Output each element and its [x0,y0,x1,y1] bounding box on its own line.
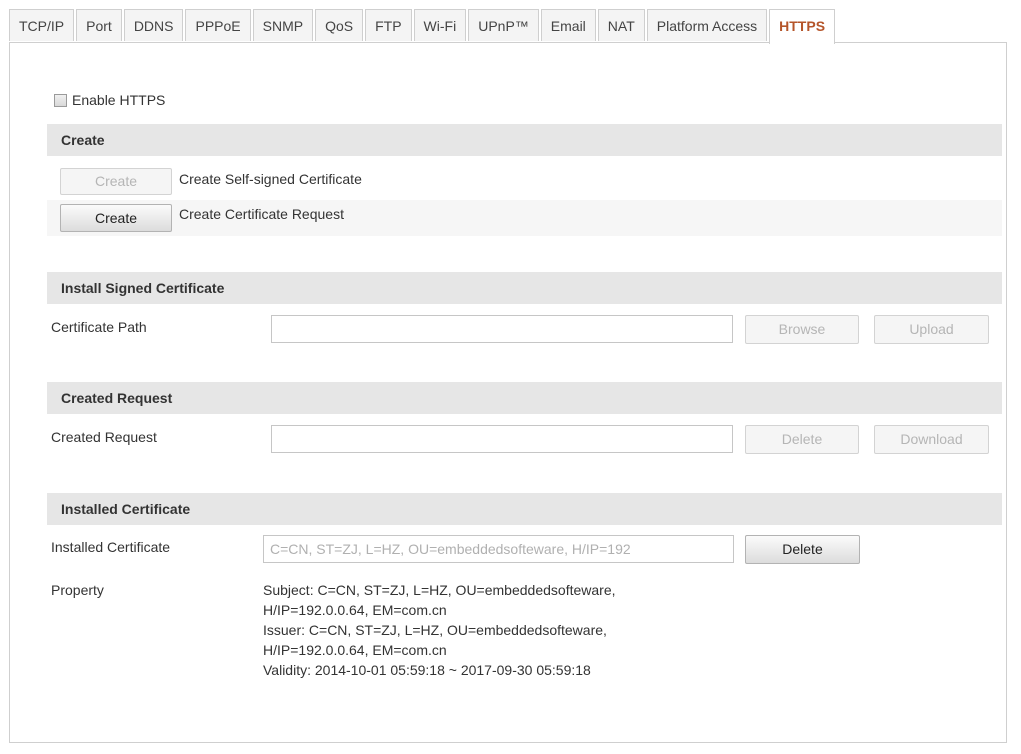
property-line: Issuer: C=CN, ST=ZJ, L=HZ, OU=embeddedso… [263,622,607,638]
enable-https-checkbox[interactable] [54,94,67,107]
section-created-request-header: Created Request [47,382,1002,414]
download-button[interactable]: Download [874,425,989,454]
property-label: Property [51,582,104,598]
tab-snmp[interactable]: SNMP [252,9,314,41]
property-line: H/IP=192.0.0.64, EM=com.cn [263,602,447,618]
property-line: Subject: C=CN, ST=ZJ, L=HZ, OU=embeddeds… [263,582,616,598]
section-installed-header: Installed Certificate [47,493,1002,525]
tab-ftp[interactable]: FTP [365,9,412,41]
certificate-path-label: Certificate Path [51,319,147,335]
tab-platform-access[interactable]: Platform Access [646,9,768,41]
delete-installed-button[interactable]: Delete [745,535,860,564]
delete-request-button[interactable]: Delete [745,425,859,454]
property-line: Validity: 2014-10-01 05:59:18 ~ 2017-09-… [263,662,591,678]
installed-certificate-label: Installed Certificate [51,539,171,555]
created-request-input[interactable] [271,425,733,453]
installed-certificate-input [263,535,734,563]
tab-bar: TCP/IP Port DDNS PPPoE SNMP QoS FTP Wi-F… [9,9,837,44]
section-create-header: Create [47,124,1002,156]
property-details: Subject: C=CN, ST=ZJ, L=HZ, OU=embeddeds… [263,580,616,680]
tab-pppoe[interactable]: PPPoE [185,9,251,41]
https-settings-panel: Enable HTTPS Create Create Create Self-s… [9,42,1007,743]
tab-email[interactable]: Email [540,9,596,41]
section-install-header: Install Signed Certificate [47,272,1002,304]
create-self-signed-desc: Create Self-signed Certificate [179,171,362,187]
created-request-label: Created Request [51,429,157,445]
upload-button[interactable]: Upload [874,315,989,344]
enable-https-label: Enable HTTPS [72,92,166,108]
property-line: H/IP=192.0.0.64, EM=com.cn [263,642,447,658]
tab-upnp[interactable]: UPnP™ [468,9,539,41]
tab-https[interactable]: HTTPS [769,9,836,44]
create-request-desc: Create Certificate Request [179,206,344,222]
tab-ddns[interactable]: DDNS [123,9,184,41]
browse-button[interactable]: Browse [745,315,859,344]
tab-qos[interactable]: QoS [315,9,364,41]
tab-nat[interactable]: NAT [597,9,645,41]
create-request-button[interactable]: Create [60,204,172,232]
certificate-path-input[interactable] [271,315,733,343]
tab-tcpip[interactable]: TCP/IP [9,9,75,41]
tab-port[interactable]: Port [76,9,122,41]
create-self-signed-button[interactable]: Create [60,168,172,195]
tab-wifi[interactable]: Wi-Fi [413,9,467,41]
